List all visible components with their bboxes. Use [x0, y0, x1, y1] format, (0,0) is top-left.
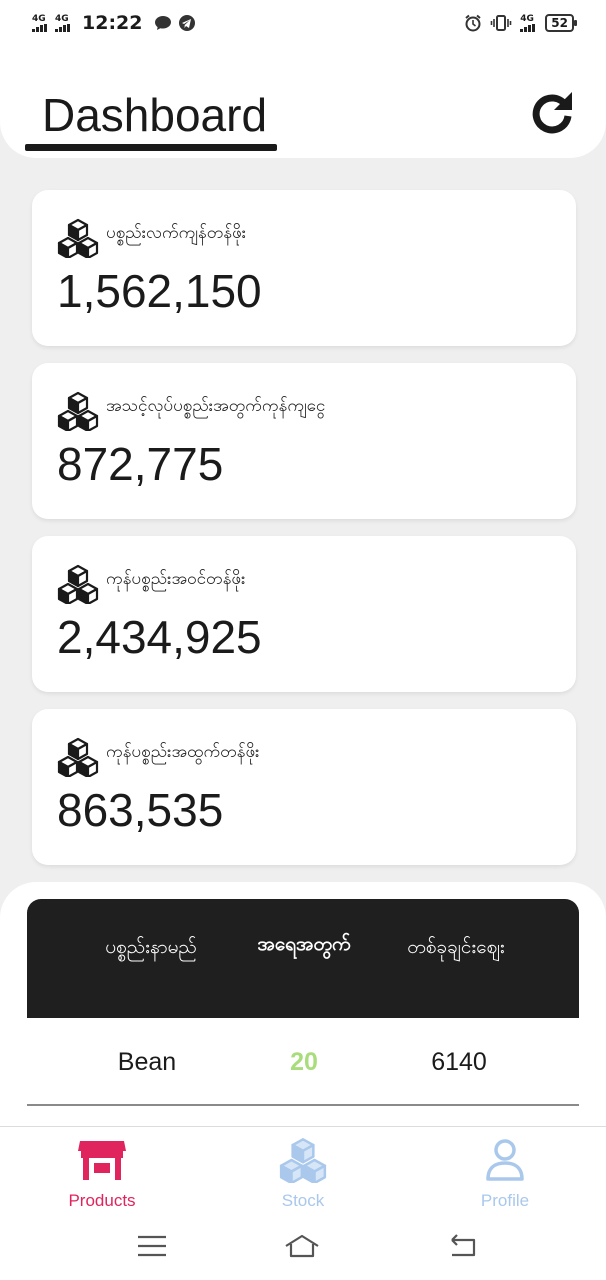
card-label: အသင့်လုပ်ပစ္စည်းအတွက်ကုန်ကျငွေ — [106, 396, 326, 416]
user-icon — [486, 1139, 524, 1181]
summary-card-incoming-value: ကုန်ပစ္စည်းအဝင်တန်ဖိုး 2,434,925 — [32, 536, 576, 692]
cubes-icon — [57, 737, 99, 777]
clock: 12:22 — [82, 12, 143, 34]
back-icon[interactable] — [444, 1232, 480, 1260]
card-value: 863,535 — [57, 784, 224, 836]
alarm-icon — [465, 14, 481, 32]
cubes-icon — [57, 218, 99, 258]
telegram-icon — [179, 15, 196, 31]
page-title: Dashboard — [42, 89, 268, 141]
store-icon — [78, 1141, 126, 1180]
nav-item-stock[interactable]: Stock — [243, 1137, 363, 1211]
battery-indicator: 52 — [545, 14, 577, 32]
column-header-unit-price: တစ်ခုချင်းဈေး — [407, 936, 505, 958]
network-label: 4G — [520, 13, 534, 24]
system-nav-bar — [0, 1222, 606, 1280]
card-value: 2,434,925 — [57, 611, 262, 663]
status-left: 4G 4G 12:22 — [32, 12, 196, 34]
nav-label: Stock — [281, 1191, 325, 1210]
vibrate-icon — [490, 15, 512, 31]
refresh-icon[interactable] — [528, 88, 576, 136]
signal-1: 4G — [32, 13, 47, 32]
signal-1-label: 4G — [32, 13, 46, 24]
signal-2: 4G — [55, 13, 70, 32]
cubes-icon — [57, 391, 99, 431]
signal-bars-icon — [520, 23, 536, 32]
cell-quantity: 20 — [290, 1048, 318, 1076]
summary-card-production-cost: အသင့်လုပ်ပစ္စည်းအတွက်ကုန်ကျငွေ 872,775 — [32, 363, 576, 519]
cell-unit-price: 6140 — [431, 1048, 487, 1076]
summary-card-stock-value: ပစ္စည်းလက်ကျန်တန်ဖိုး 1,562,150 — [32, 190, 576, 346]
nav-item-profile[interactable]: Profile — [445, 1137, 565, 1211]
cubes-icon — [57, 564, 99, 604]
menu-icon[interactable] — [134, 1232, 170, 1260]
home-icon[interactable] — [284, 1232, 320, 1260]
signal-2-label: 4G — [55, 13, 69, 24]
cubes-icon — [279, 1138, 327, 1183]
nav-label: Products — [68, 1191, 136, 1210]
status-bar: 4G 4G 12:22 4G 52 — [0, 0, 606, 46]
products-table-sheet: ပစ္စည်းနာမည် အရေအတွက် တစ်ခုချင်းဈေး Bean… — [0, 882, 606, 1142]
bottom-nav: Products Stock Profile — [0, 1126, 606, 1222]
signal-bars-icon — [32, 23, 47, 32]
card-label: ကုန်ပစ္စည်းအဝင်တန်ဖိုး — [106, 569, 246, 589]
nav-item-products[interactable]: Products — [42, 1137, 162, 1211]
card-value: 872,775 — [57, 438, 224, 490]
table-header: ပစ္စည်းနာမည် အရေအတွက် တစ်ခုချင်းဈေး — [27, 899, 579, 1018]
message-icon — [155, 16, 172, 30]
signal-3: 4G — [520, 13, 536, 32]
title-underline — [25, 144, 277, 151]
app-header: Dashboard — [0, 46, 606, 158]
column-header-quantity: အရေအတွက် — [257, 933, 351, 955]
column-header-name: ပစ္စည်းနာမည် — [105, 936, 197, 958]
summary-card-outgoing-value: ကုန်ပစ္စည်းအထွက်တန်ဖိုး 863,535 — [32, 709, 576, 865]
nav-label: Profile — [480, 1191, 530, 1210]
card-label: ပစ္စည်းလက်ကျန်တန်ဖိုး — [106, 223, 247, 243]
card-value: 1,562,150 — [57, 265, 262, 317]
table-row[interactable]: Bean 20 6140 — [27, 1032, 579, 1106]
cell-name: Bean — [117, 1048, 177, 1076]
signal-bars-icon — [55, 23, 70, 32]
card-label: ကုန်ပစ္စည်းအထွက်တန်ဖိုး — [106, 742, 260, 762]
status-right: 4G 52 — [464, 13, 577, 32]
